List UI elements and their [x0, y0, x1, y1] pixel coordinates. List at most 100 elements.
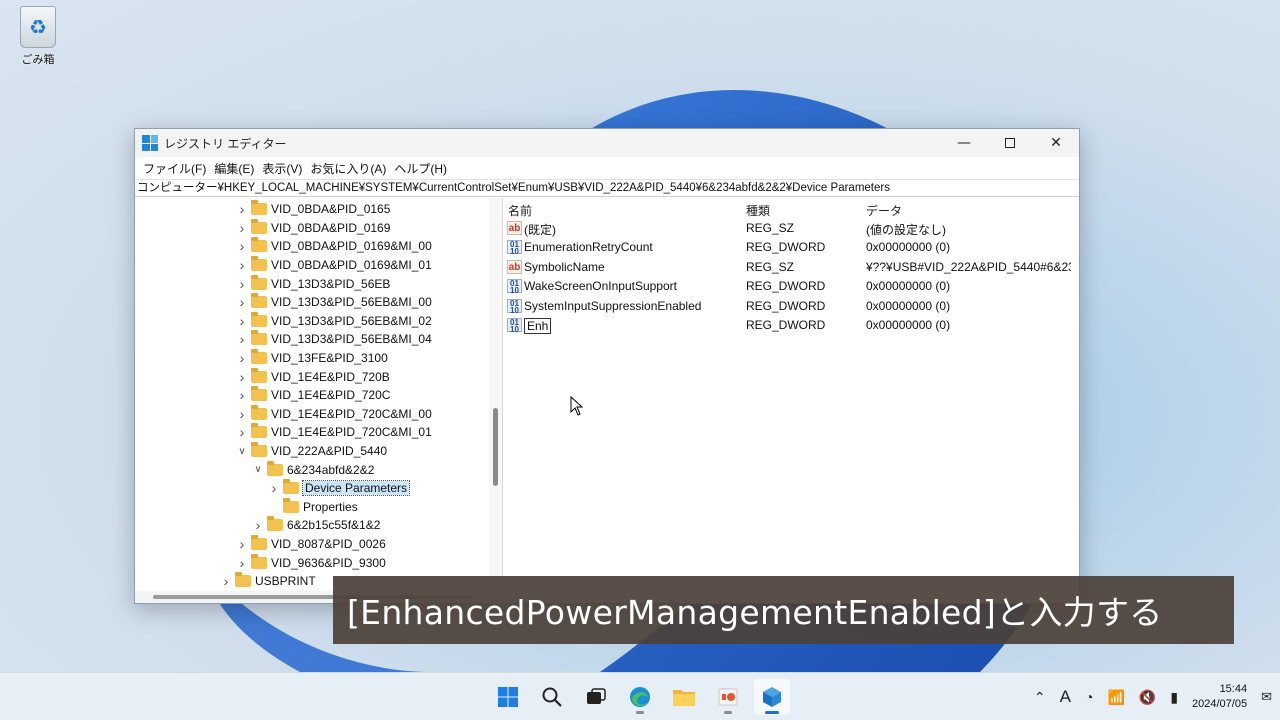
folder-icon: [251, 218, 267, 234]
folder-icon: [251, 442, 267, 458]
tree-item[interactable]: › VID_13D3&PID_56EB&MI_04: [235, 330, 432, 349]
wifi-icon[interactable]: 📶: [1107, 689, 1124, 706]
ime-options-icon[interactable]: ◔: [1085, 689, 1093, 705]
tree-item[interactable]: ∨ VID_222A&PID_5440: [235, 442, 387, 461]
edge-icon: [630, 687, 650, 707]
clock-date: 2024/07/05: [1192, 698, 1248, 710]
chevron-right-icon[interactable]: ›: [235, 313, 249, 329]
column-header-name[interactable]: 名前: [508, 202, 532, 219]
value-name-edit-field[interactable]: Enh: [524, 318, 552, 334]
tree-item[interactable]: › VID_0BDA&PID_0169: [235, 218, 390, 238]
notification-icon[interactable]: ✉: [1261, 689, 1272, 705]
tree-item[interactable]: › VID_0BDA&PID_0169&MI_00: [235, 237, 432, 256]
chevron-right-icon[interactable]: ›: [235, 536, 249, 552]
title-bar[interactable]: レジストリ エディター — ✕: [135, 129, 1079, 157]
value-row[interactable]: ab SymbolicName REG_SZ ¥??¥USB#VID_222A&PID…: [503, 259, 1079, 278]
recycle-bin-icon: ♻: [20, 6, 56, 48]
tree-item[interactable]: ∨ 6&234abfd&2&2: [251, 460, 374, 479]
recycle-bin-label: ごみ箱: [21, 53, 55, 66]
recycle-bin-desktop-icon[interactable]: ♻ ごみ箱: [14, 6, 62, 67]
chevron-right-icon[interactable]: ›: [235, 220, 249, 236]
folder-icon: [251, 423, 267, 439]
folder-icon: [267, 516, 283, 532]
dword-value-icon: 01 10: [507, 240, 522, 256]
battery-icon[interactable]: ▮: [1170, 689, 1178, 706]
dword-value-icon: 01 10: [507, 298, 522, 314]
maximize-button[interactable]: [987, 129, 1033, 157]
tree-item[interactable]: › VID_9636&PID_9300: [235, 553, 386, 572]
folder-icon: [251, 256, 267, 272]
volume-mute-icon[interactable]: 🔇: [1139, 689, 1156, 706]
tree-item[interactable]: › VID_13FE&PID_3100: [235, 349, 388, 368]
task-view-button[interactable]: [578, 679, 614, 715]
file-explorer-icon: [673, 690, 695, 706]
chevron-right-icon[interactable]: ›: [235, 276, 249, 292]
regedit-taskbar-button[interactable]: [754, 679, 790, 715]
address-bar[interactable]: コンピューター¥HKEY_LOCAL_MACHINE¥SYSTEM¥Curren…: [135, 179, 1079, 197]
tree-item[interactable]: › VID_1E4E&PID_720C&MI_00: [235, 404, 432, 424]
close-button[interactable]: ✕: [1033, 129, 1079, 157]
value-row[interactable]: 01 10 WakeScreenOnInputSupport REG_DWORD 0x0…: [503, 278, 1079, 297]
value-row[interactable]: 01 10 SystemInputSuppressionEnabled REG_DWO…: [503, 298, 1079, 317]
chevron-right-icon[interactable]: ›: [235, 350, 249, 366]
search-button[interactable]: [534, 679, 570, 715]
tree-item[interactable]: › VID_0BDA&PID_0169&MI_01: [235, 256, 432, 275]
edge-button[interactable]: [622, 679, 658, 715]
tree-scroll-thumb[interactable]: [493, 408, 498, 486]
folder-icon: [251, 200, 267, 216]
clock-time: 15:44: [1219, 683, 1248, 695]
tree-item[interactable]: › VID_1E4E&PID_720C: [235, 386, 390, 405]
tree-item[interactable]: › 6&2b15c55f&1&2: [251, 516, 380, 535]
tree-item[interactable]: › VID_1E4E&PID_720B: [235, 367, 390, 386]
tree-item[interactable]: › VID_0BDA&PID_0165: [235, 200, 390, 219]
tree-item-label: VID_1E4E&PID_720B: [271, 369, 390, 384]
ime-mode-indicator[interactable]: A: [1060, 687, 1071, 707]
value-row[interactable]: 01 10 Enh REG_DWORD 0x00000000 (0): [503, 317, 1079, 336]
tree-item[interactable]: › VID_1E4E&PID_720C&MI_01: [235, 423, 432, 442]
tree-item[interactable]: › VID_13D3&PID_56EB&MI_02: [235, 311, 432, 331]
value-data: ¥??¥USB#VID_222A&PID_5440#6&234: [866, 259, 1071, 274]
chevron-right-icon[interactable]: ›: [219, 573, 233, 589]
chevron-right-icon[interactable]: ›: [235, 238, 249, 254]
chevron-right-icon[interactable]: ›: [235, 424, 249, 440]
chevron-right-icon[interactable]: ›: [235, 201, 249, 217]
registry-editor-window: レジストリ エディター — ✕ ファイル(F) 編集(E) 表示(V) お気に入…: [134, 128, 1080, 604]
chevron-right-icon[interactable]: ›: [235, 387, 249, 403]
tree-item[interactable]: › VID_8087&PID_0026: [235, 535, 386, 554]
chevron-right-icon[interactable]: ›: [267, 480, 281, 496]
start-button[interactable]: [490, 679, 526, 715]
chevron-right-icon[interactable]: ›: [251, 517, 265, 533]
chevron-down-icon[interactable]: ∨: [235, 446, 249, 457]
chevron-right-icon[interactable]: ›: [235, 331, 249, 347]
chevron-right-icon[interactable]: ›: [235, 555, 249, 571]
file-explorer-button[interactable]: [666, 679, 702, 715]
app-button[interactable]: [710, 679, 746, 715]
chevron-right-icon[interactable]: ›: [235, 406, 249, 422]
clock[interactable]: 15:44 2024/07/05: [1192, 682, 1247, 712]
tree-item[interactable]: Properties: [267, 497, 358, 517]
tree-item[interactable]: › Device Parameters: [267, 479, 411, 498]
value-row[interactable]: 01 10 EnumerationRetryCount REG_DWORD 0x0000…: [503, 239, 1079, 258]
tree-vertical-scrollbar[interactable]: [489, 198, 502, 576]
menu-view[interactable]: 表示(V): [258, 160, 306, 177]
menu-edit[interactable]: 編集(E): [210, 160, 258, 177]
chevron-right-icon[interactable]: ›: [235, 294, 249, 310]
show-hidden-icons-chevron-icon[interactable]: ⌃: [1034, 689, 1046, 706]
tree-item[interactable]: › VID_13D3&PID_56EB: [235, 274, 390, 293]
tree-item[interactable]: › VID_13D3&PID_56EB&MI_00: [235, 293, 432, 312]
tree-item-label: VID_13D3&PID_56EB&MI_04: [271, 332, 432, 347]
minimize-button[interactable]: —: [941, 129, 987, 157]
column-header-data[interactable]: データ: [866, 202, 902, 219]
tree-item-label: Device Parameters: [301, 480, 411, 497]
chevron-right-icon[interactable]: ›: [235, 369, 249, 385]
tree-item[interactable]: › USBPRINT: [219, 572, 316, 591]
column-header-type[interactable]: 種類: [746, 202, 770, 219]
menu-favorites[interactable]: お気に入り(A): [306, 160, 390, 177]
chevron-down-icon[interactable]: ∨: [251, 464, 265, 475]
folder-icon: [251, 367, 267, 383]
chevron-right-icon[interactable]: ›: [235, 257, 249, 273]
menu-help[interactable]: ヘルプ(H): [390, 160, 451, 177]
menu-file[interactable]: ファイル(F): [139, 160, 210, 177]
value-row[interactable]: ab (既定) REG_SZ (値の設定なし): [503, 220, 1079, 239]
folder-icon: [235, 572, 251, 588]
